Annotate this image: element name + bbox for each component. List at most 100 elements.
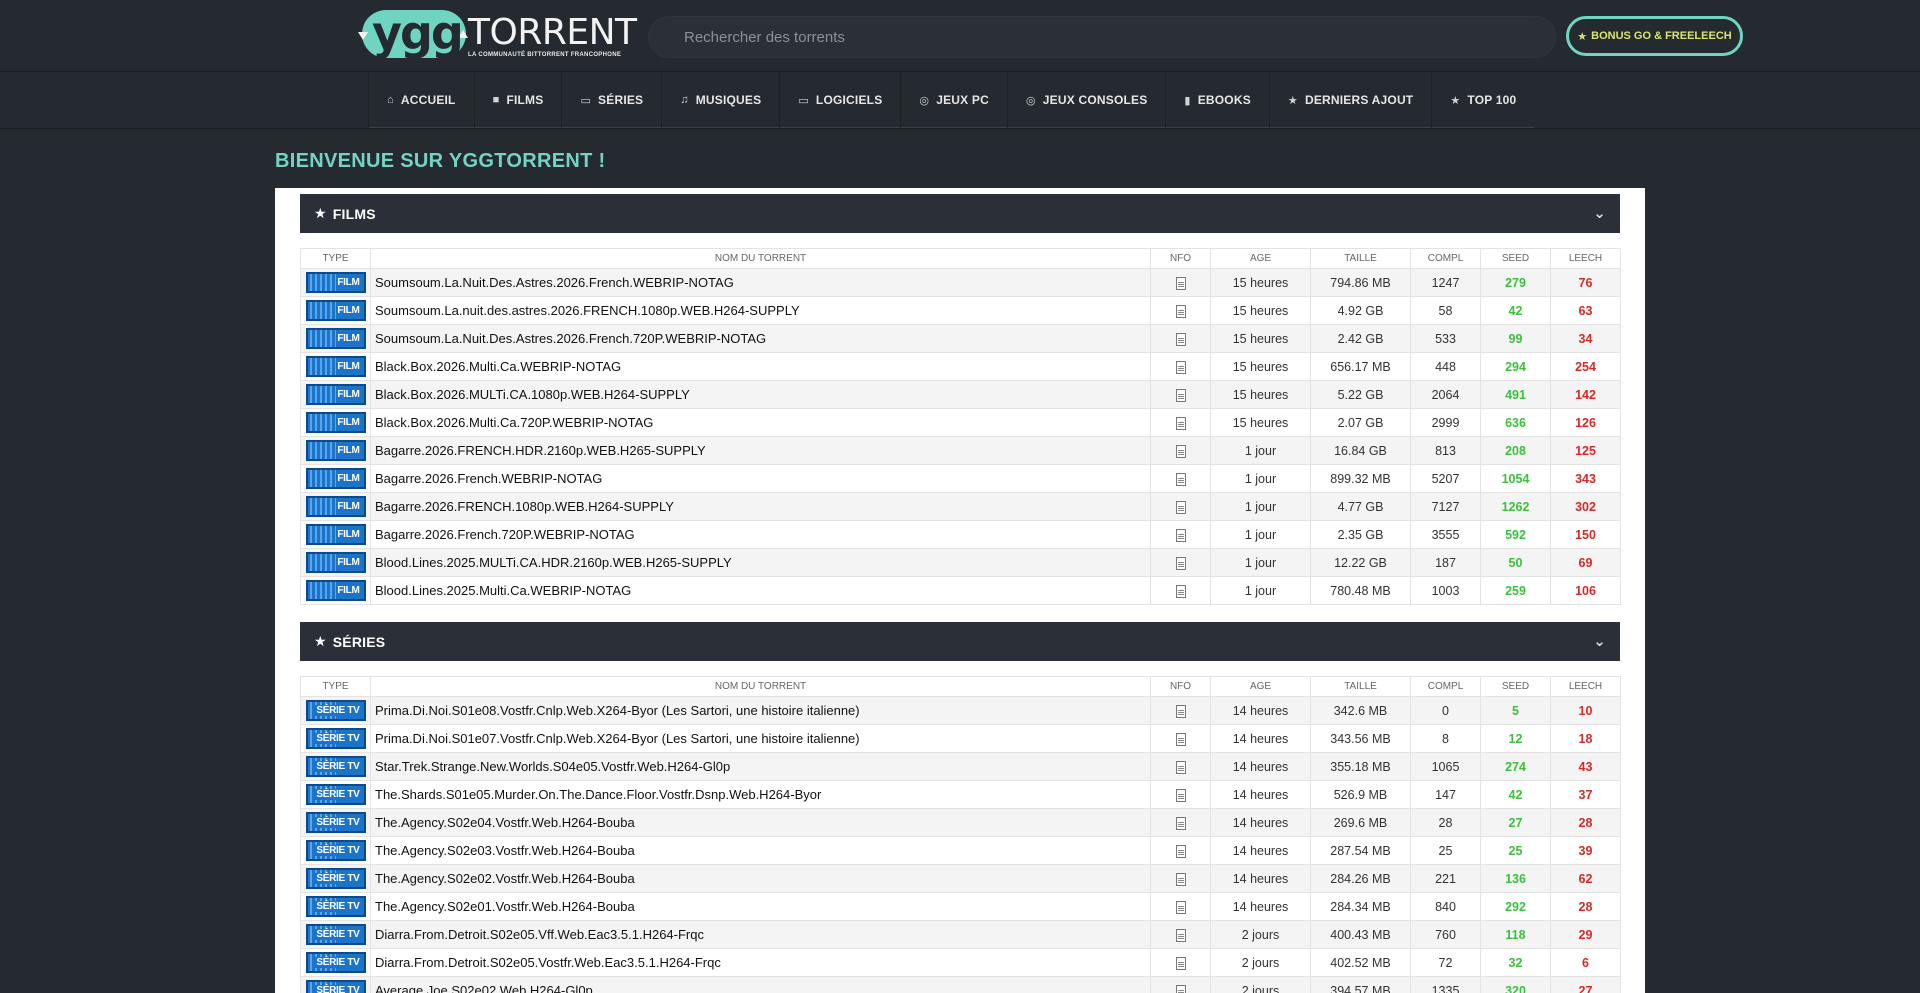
torrent-name-link[interactable]: Black.Box.2026.Multi.Ca.WEBRIP-NOTAG [370,352,1151,381]
nav-item-accueil[interactable]: ⌂ ACCUEIL [368,72,474,128]
category-badge[interactable]: SÉRIE TV [305,728,366,749]
nfo-file-icon[interactable] [1175,556,1186,570]
search-input[interactable] [648,16,1556,58]
section-header-films[interactable]: ★ FILMS ⌄ [300,194,1620,233]
nav-item-ebooks[interactable]: ▮ EBOOKS [1165,72,1268,128]
nav-item-musiques[interactable]: ♫ MUSIQUES [661,72,779,128]
category-badge[interactable]: SÉRIE TV [305,980,366,993]
nfo-file-icon[interactable] [1175,332,1186,346]
category-badge[interactable]: SÉRIE TV [305,868,366,889]
category-badge[interactable]: FILM [305,580,366,601]
torrent-name-link[interactable]: Prima.Di.Noi.S01e07.Vostfr.Cnlp.Web.X264… [370,724,1151,753]
nfo-file-icon[interactable] [1175,584,1186,598]
category-badge[interactable]: SÉRIE TV [305,840,366,861]
torrent-name-link[interactable]: Diarra.From.Detroit.S02e05.Vostfr.Web.Ea… [370,948,1151,977]
column-header-type[interactable]: TYPE [300,676,371,697]
category-badge[interactable]: FILM [305,328,366,349]
torrent-name-link[interactable]: Bagarre.2026.French.720P.WEBRIP-NOTAG [370,520,1151,549]
torrent-name-link[interactable]: Blood.Lines.2025.Multi.Ca.WEBRIP-NOTAG [370,576,1151,605]
nfo-file-icon[interactable] [1175,956,1186,970]
nav-item-films[interactable]: ■ FILMS [473,72,562,128]
torrent-name-link[interactable]: The.Agency.S02e02.Vostfr.Web.H264-Bouba [370,864,1151,893]
category-badge[interactable]: SÉRIE TV [305,952,366,973]
torrent-name-link[interactable]: Soumsoum.La.nuit.des.astres.2026.FRENCH.… [370,296,1151,325]
torrent-name-link[interactable]: Bagarre.2026.French.WEBRIP-NOTAG [370,464,1151,493]
category-badge[interactable]: SÉRIE TV [305,784,366,805]
category-badge[interactable]: FILM [305,440,366,461]
torrent-name-link[interactable]: Prima.Di.Noi.S01e08.Vostfr.Cnlp.Web.X264… [370,696,1151,725]
nav-item-jeux-consoles[interactable]: ◎ JEUX CONSOLES [1006,72,1165,128]
site-logo[interactable]: ygg TORRENT LA COMMUNAUTÉ BITTORRENT FRA… [358,6,637,60]
torrent-name-link[interactable]: The.Agency.S02e03.Vostfr.Web.H264-Bouba [370,836,1151,865]
nav-item-derniers-ajout[interactable]: ★ DERNIERS AJOUT [1268,72,1431,128]
category-badge[interactable]: FILM [305,552,366,573]
category-badge[interactable]: FILM [305,300,366,321]
category-badge[interactable]: FILM [305,356,366,377]
torrent-name-link[interactable]: Star.Trek.Strange.New.Worlds.S04e05.Vost… [370,752,1151,781]
column-header-age[interactable]: AGE [1210,676,1311,697]
torrent-name-link[interactable]: Soumsoum.La.Nuit.Des.Astres.2026.French.… [370,268,1151,297]
torrent-name-link[interactable]: The.Agency.S02e04.Vostfr.Web.H264-Bouba [370,808,1151,837]
torrent-name-link[interactable]: The.Agency.S02e01.Vostfr.Web.H264-Bouba [370,892,1151,921]
category-badge[interactable]: FILM [305,384,366,405]
nfo-file-icon[interactable] [1175,528,1186,542]
column-header-seed[interactable]: SEED [1480,676,1551,697]
nfo-file-icon[interactable] [1175,360,1186,374]
nfo-file-icon[interactable] [1175,844,1186,858]
column-header-compl[interactable]: COMPL [1410,248,1481,269]
category-badge[interactable]: FILM [305,412,366,433]
nfo-file-icon[interactable] [1175,500,1186,514]
torrent-name-link[interactable]: Bagarre.2026.FRENCH.HDR.2160p.WEB.H265-S… [370,436,1151,465]
torrent-name-link[interactable]: Diarra.From.Detroit.S02e05.Vff.Web.Eac3.… [370,920,1151,949]
chevron-down-icon[interactable]: ⌄ [1593,204,1606,222]
column-header-leech[interactable]: LEECH [1550,676,1621,697]
column-header-name[interactable]: NOM DU TORRENT [370,676,1151,697]
torrent-name-link[interactable]: Blood.Lines.2025.MULTi.CA.HDR.2160p.WEB.… [370,548,1151,577]
torrent-name-link[interactable]: Soumsoum.La.Nuit.Des.Astres.2026.French.… [370,324,1151,353]
category-badge[interactable]: FILM [305,272,366,293]
category-badge[interactable]: FILM [305,468,366,489]
torrent-name-link[interactable]: The.Shards.S01e05.Murder.On.The.Dance.Fl… [370,780,1151,809]
torrent-name-link[interactable]: Average.Joe.S02e02.Web.H264-Gl0p [370,976,1151,993]
column-header-name[interactable]: NOM DU TORRENT [370,248,1151,269]
nfo-file-icon[interactable] [1175,388,1186,402]
nfo-file-icon[interactable] [1175,760,1186,774]
nfo-file-icon[interactable] [1175,472,1186,486]
nfo-file-icon[interactable] [1175,704,1186,718]
chevron-down-icon[interactable]: ⌄ [1593,632,1606,650]
category-badge[interactable]: SÉRIE TV [305,924,366,945]
column-header-leech[interactable]: LEECH [1550,248,1621,269]
category-badge[interactable]: SÉRIE TV [305,700,366,721]
nfo-file-icon[interactable] [1175,928,1186,942]
section-header-series[interactable]: ★ SÉRIES ⌄ [300,622,1620,661]
bonus-freeleech-button[interactable]: ★ BONUS GO & FREELEECH [1566,16,1743,56]
category-badge[interactable]: SÉRIE TV [305,812,366,833]
nfo-file-icon[interactable] [1175,416,1186,430]
nfo-file-icon[interactable] [1175,732,1186,746]
torrent-name-link[interactable]: Black.Box.2026.Multi.Ca.720P.WEBRIP-NOTA… [370,408,1151,437]
column-header-size[interactable]: TAILLE [1310,676,1411,697]
column-header-age[interactable]: AGE [1210,248,1311,269]
torrent-name-link[interactable]: Bagarre.2026.FRENCH.1080p.WEB.H264-SUPPL… [370,492,1151,521]
nfo-file-icon[interactable] [1175,444,1186,458]
nfo-file-icon[interactable] [1175,984,1186,993]
nav-item-jeux-pc[interactable]: ◎ JEUX PC [900,72,1007,128]
category-badge[interactable]: SÉRIE TV [305,896,366,917]
nfo-file-icon[interactable] [1175,304,1186,318]
category-badge[interactable]: FILM [305,496,366,517]
nfo-file-icon[interactable] [1175,788,1186,802]
column-header-compl[interactable]: COMPL [1410,676,1481,697]
nfo-file-icon[interactable] [1175,276,1186,290]
column-header-seed[interactable]: SEED [1480,248,1551,269]
torrent-name-link[interactable]: Black.Box.2026.MULTi.CA.1080p.WEB.H264-S… [370,380,1151,409]
nav-item-top-100[interactable]: ★ TOP 100 [1431,72,1534,128]
nav-item-logiciels[interactable]: ▭ LOGICIELS [779,72,900,128]
column-header-type[interactable]: TYPE [300,248,371,269]
category-badge[interactable]: FILM [305,524,366,545]
nfo-file-icon[interactable] [1175,872,1186,886]
category-badge[interactable]: SÉRIE TV [305,756,366,777]
nfo-file-icon[interactable] [1175,816,1186,830]
nfo-file-icon[interactable] [1175,900,1186,914]
column-header-nfo[interactable]: NFO [1150,248,1211,269]
column-header-nfo[interactable]: NFO [1150,676,1211,697]
